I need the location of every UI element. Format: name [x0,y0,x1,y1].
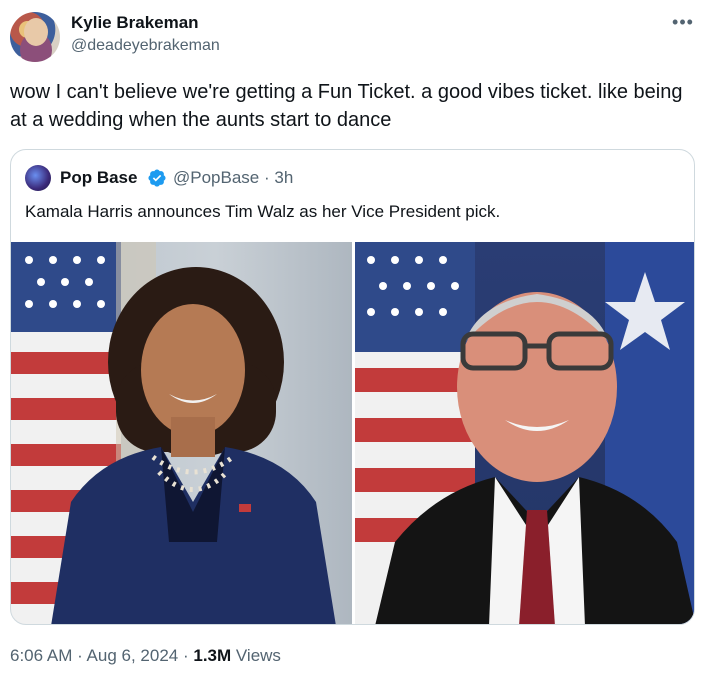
photo-left[interactable] [11,242,352,624]
tweet-time[interactable]: 6:06 AM [10,646,72,665]
author-avatar[interactable] [10,12,60,62]
quoted-tweet[interactable]: Pop Base @PopBase · 3h Kamala Harris ann… [10,149,695,625]
quote-handle-time[interactable]: @PopBase · 3h [173,168,293,188]
more-icon[interactable]: ••• [672,12,694,32]
views-count: 1.3M [193,646,232,665]
meta-separator: · [178,646,194,665]
quote-avatar[interactable] [25,165,51,191]
verified-icon [148,169,166,187]
photo-right[interactable] [355,242,694,624]
views-label: Views [231,646,281,665]
tweet-meta: 6:06 AM · Aug 6, 2024 · 1.3M Views [10,646,281,666]
tweet-text: wow I can't believe we're getting a Fun … [10,81,683,131]
quote-text: Kamala Harris announces Tim Walz as her … [25,202,501,221]
quote-author-name[interactable]: Pop Base [60,168,137,188]
author-handle[interactable]: @deadeyebrakeman [71,37,220,55]
photo-left-illustration [11,242,336,624]
tweet-date[interactable]: Aug 6, 2024 [87,646,179,665]
meta-separator: · [72,646,87,665]
photo-right-illustration [355,242,694,624]
author-name[interactable]: Kylie Brakeman [71,13,199,33]
